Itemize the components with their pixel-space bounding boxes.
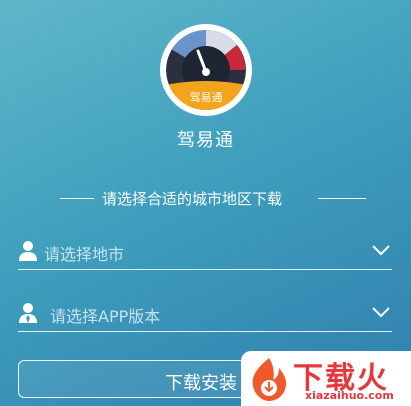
chevron-down-icon[interactable] — [372, 244, 390, 256]
section-header: 请选择合适的城市地区下载 — [0, 188, 411, 208]
user-tie-icon — [19, 303, 37, 323]
app-logo: 驾易通 — [160, 24, 252, 116]
divider-left — [60, 198, 94, 199]
watermark-badge: 下载火 xiazaihuo.com — [241, 351, 411, 406]
city-select[interactable]: 请选择地市 — [18, 234, 392, 270]
app-name: 驾易通 — [177, 130, 234, 151]
chevron-down-icon[interactable] — [372, 306, 390, 318]
logo-badge-text: 驾易通 — [190, 91, 223, 104]
divider-right — [318, 198, 366, 199]
user-icon — [19, 241, 37, 261]
city-select-placeholder: 请选择地市 — [44, 245, 125, 264]
speedometer-icon: 驾易通 — [166, 30, 246, 110]
download-install-label: 下载安装 — [165, 373, 237, 394]
flame-icon — [252, 358, 287, 401]
watermark-url: xiazaihuo.com — [305, 389, 394, 402]
app-version-placeholder: 请选择APP版本 — [50, 307, 161, 326]
section-title: 请选择合适的城市地区下载 — [102, 190, 283, 208]
app-version-select[interactable]: 请选择APP版本 — [18, 296, 392, 332]
